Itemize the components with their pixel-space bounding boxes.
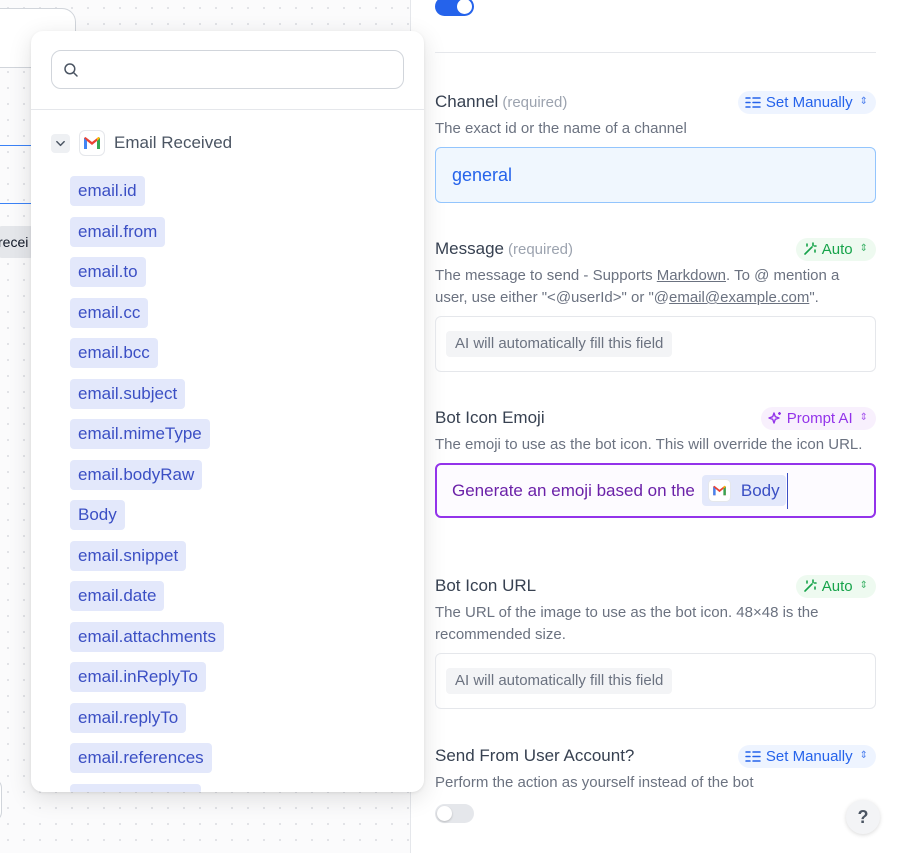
set-manually-button[interactable]: Set Manually ⇕ [738, 745, 876, 768]
field-description: The URL of the image to use as the bot i… [435, 602, 876, 646]
field-title: Channel(required) [435, 92, 567, 112]
field-item[interactable]: email.snippet [70, 541, 186, 571]
bot-icon-url-field: Bot Icon URL Auto ⇕ The URL of the image… [435, 574, 876, 709]
field-item[interactable]: email.id [70, 176, 145, 206]
collapse-button[interactable] [51, 134, 70, 153]
required-label: (required) [502, 94, 567, 111]
chevron-down-icon [55, 138, 66, 149]
required-label: (required) [508, 241, 573, 258]
toggle-knob [437, 806, 452, 821]
canvas-connector [0, 203, 34, 204]
markdown-link[interactable]: Markdown [657, 267, 726, 284]
mode-label: Set Manually [766, 94, 853, 111]
body-variable-chip[interactable]: Body [702, 475, 786, 506]
data-selector-popup: Email Received email.id email.from email… [31, 31, 424, 792]
field-item-partial[interactable] [70, 784, 201, 793]
field-item[interactable]: email.references [70, 743, 212, 773]
field-item[interactable]: Body [70, 500, 125, 530]
send-from-user-field: Send From User Account? Set Manually ⇕ P… [435, 744, 876, 823]
divider [435, 52, 876, 53]
message-title: Message [435, 239, 504, 258]
chip-label: Body [741, 481, 780, 501]
chevron-updown-icon: ⇕ [860, 413, 868, 423]
list-settings-icon [745, 750, 761, 763]
field-item[interactable]: email.to [70, 257, 146, 287]
gmail-icon [83, 136, 101, 150]
chevron-updown-icon: ⇕ [860, 244, 868, 254]
magic-wand-icon [803, 579, 817, 593]
help-button[interactable]: ? [846, 800, 880, 834]
mode-label: Set Manually [766, 748, 853, 765]
send-from-user-toggle[interactable] [435, 804, 474, 823]
channel-title: Channel [435, 92, 498, 111]
field-list: email.id email.from email.to email.cc em… [70, 176, 224, 792]
field-description: Perform the action as yourself instead o… [435, 772, 876, 794]
chevron-updown-icon: ⇕ [860, 751, 868, 761]
field-item[interactable]: email.cc [70, 298, 148, 328]
field-item[interactable]: email.mimeType [70, 419, 210, 449]
sparkle-icon [768, 411, 782, 425]
ai-fill-placeholder: AI will automatically fill this field [446, 668, 672, 694]
prompt-input[interactable]: Generate an emoji based on the Body [435, 463, 876, 518]
group-label: Email Received [114, 133, 232, 153]
field-item[interactable]: email.inReplyTo [70, 662, 206, 692]
field-item[interactable]: email.date [70, 581, 164, 611]
gmail-logo [79, 130, 105, 156]
message-input[interactable]: AI will automatically fill this field [435, 316, 876, 372]
search-icon [62, 61, 80, 79]
top-toggle[interactable] [435, 0, 474, 16]
field-description: The exact id or the name of a channel [435, 118, 876, 140]
message-field: Message(required) Auto ⇕ The message to … [435, 237, 876, 372]
magic-wand-icon [803, 242, 817, 256]
group-header-email-received[interactable]: Email Received [51, 128, 424, 158]
channel-field: Channel(required) Set Manually ⇕ The exa… [435, 90, 876, 203]
field-item[interactable]: email.bodyRaw [70, 460, 202, 490]
toggle-knob [457, 0, 472, 14]
canvas-connector [0, 145, 34, 146]
mode-label: Auto [822, 241, 853, 258]
search-field[interactable] [51, 50, 404, 89]
mode-label: Auto [822, 578, 853, 595]
email-link[interactable]: email@example.com [669, 289, 809, 306]
canvas-node[interactable] [0, 778, 2, 822]
bot-icon-emoji-title: Bot Icon Emoji [435, 408, 545, 428]
field-title: Message(required) [435, 239, 573, 259]
bot-icon-url-title: Bot Icon URL [435, 576, 536, 596]
desc-text: The message to send - Supports [435, 267, 657, 284]
prompt-text: Generate an emoji based on the [452, 481, 695, 501]
desc-text: ". [809, 289, 819, 306]
text-cursor [787, 473, 788, 509]
field-item[interactable]: email.bcc [70, 338, 158, 368]
chevron-updown-icon: ⇕ [860, 581, 868, 591]
chevron-updown-icon: ⇕ [860, 97, 868, 107]
set-manually-button[interactable]: Set Manually ⇕ [738, 91, 876, 114]
bot-icon-url-input[interactable]: AI will automatically fill this field [435, 653, 876, 709]
field-item[interactable]: email.replyTo [70, 703, 186, 733]
auto-mode-button[interactable]: Auto ⇕ [796, 238, 876, 261]
field-description: The message to send - Supports Markdown.… [435, 265, 876, 309]
auto-mode-button[interactable]: Auto ⇕ [796, 575, 876, 598]
field-item[interactable]: email.from [70, 217, 165, 247]
field-description: The emoji to use as the bot icon. This w… [435, 434, 876, 456]
search-section [31, 31, 424, 110]
gmail-logo [708, 479, 731, 502]
mode-label: Prompt AI [787, 410, 853, 427]
ai-fill-placeholder: AI will automatically fill this field [446, 331, 672, 357]
search-input[interactable] [86, 51, 403, 88]
field-item[interactable]: email.subject [70, 379, 185, 409]
list-settings-icon [745, 96, 761, 109]
prompt-ai-button[interactable]: Prompt AI ⇕ [761, 407, 876, 430]
field-item[interactable]: email.attachments [70, 622, 224, 652]
canvas-node-label: recei [0, 226, 34, 258]
gmail-icon [712, 485, 727, 496]
send-from-user-title: Send From User Account? [435, 746, 634, 766]
bot-icon-emoji-field: Bot Icon Emoji Prompt AI ⇕ The emoji to … [435, 406, 876, 518]
channel-input[interactable]: general [435, 147, 876, 203]
